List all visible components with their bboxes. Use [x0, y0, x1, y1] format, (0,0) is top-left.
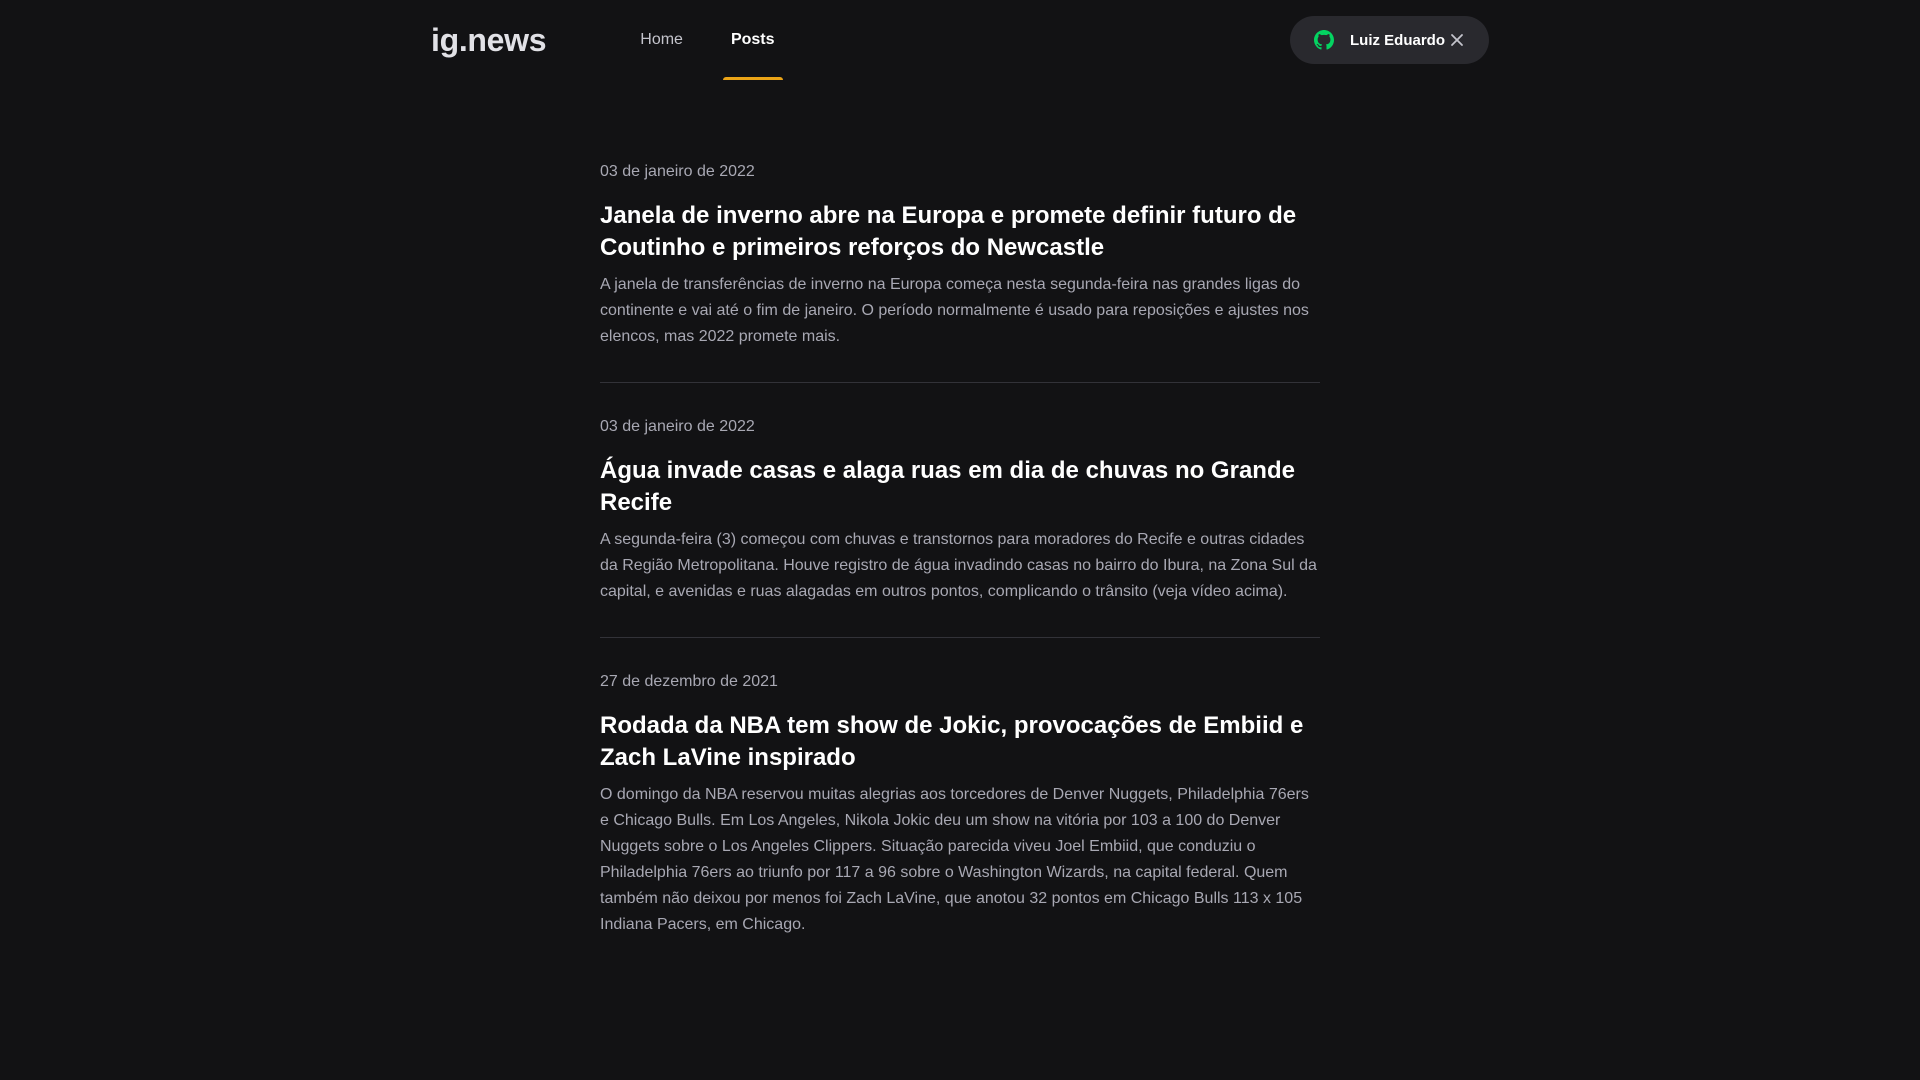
github-icon — [1314, 30, 1334, 50]
nav-link-home[interactable]: Home — [632, 0, 691, 80]
user-signin-button[interactable]: Luiz Eduardo — [1290, 16, 1489, 64]
post-item[interactable]: 27 de dezembro de 2021 Rodada da NBA tem… — [600, 670, 1320, 970]
close-icon[interactable] — [1449, 32, 1465, 48]
post-title[interactable]: Água invade casas e alaga ruas em dia de… — [600, 455, 1320, 519]
post-item[interactable]: 03 de janeiro de 2022 Água invade casas … — [600, 415, 1320, 638]
post-title[interactable]: Rodada da NBA tem show de Jokic, provoca… — [600, 710, 1320, 774]
main-nav: Home Posts — [632, 0, 814, 80]
post-excerpt: O domingo da NBA reservou muitas alegria… — [600, 786, 1309, 933]
nav-link-posts[interactable]: Posts — [722, 0, 783, 80]
logo[interactable]: ig.news — [431, 22, 547, 59]
post-excerpt: A segunda-feira (3) começou com chuvas e… — [600, 531, 1317, 600]
post-excerpt: A janela de transferências de inverno na… — [600, 276, 1309, 345]
post-item[interactable]: 03 de janeiro de 2022 Janela de inverno … — [600, 160, 1320, 383]
header-content: ig.news Home Posts Luiz Eduardo — [431, 0, 1489, 80]
post-date: 03 de janeiro de 2022 — [600, 163, 755, 180]
user-name: Luiz Eduardo — [1350, 31, 1445, 49]
site-header: ig.news Home Posts Luiz Eduardo — [0, 0, 1920, 80]
post-date: 27 de dezembro de 2021 — [600, 673, 778, 690]
post-title[interactable]: Janela de inverno abre na Europa e prome… — [600, 200, 1320, 264]
post-date: 03 de janeiro de 2022 — [600, 418, 755, 435]
posts-list: 03 de janeiro de 2022 Janela de inverno … — [600, 160, 1320, 970]
